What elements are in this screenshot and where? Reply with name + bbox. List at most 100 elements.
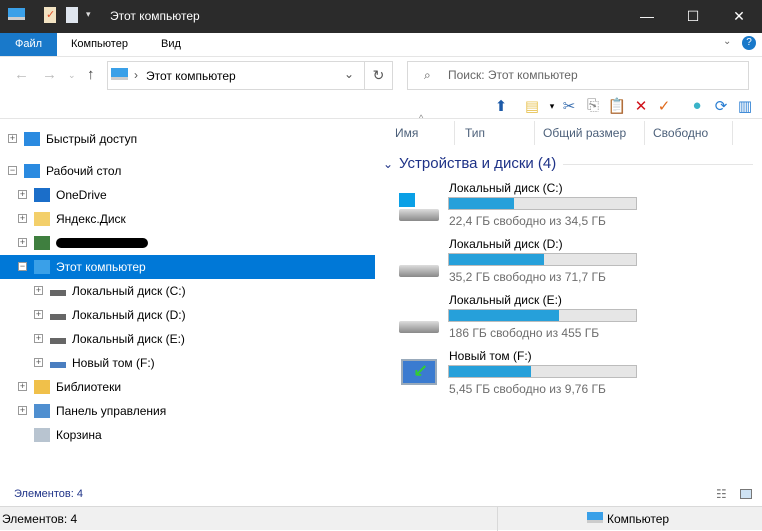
tree-item[interactable]: + Панель управления xyxy=(0,399,375,423)
tree-item-label: Этот компьютер xyxy=(56,260,146,274)
paste-icon[interactable]: 📋 xyxy=(606,97,628,115)
tree-item[interactable]: + OneDrive xyxy=(0,183,375,207)
drive-free-space: 5,45 ГБ свободно из 9,76 ГБ xyxy=(449,382,606,396)
drive-free-space: 22,4 ГБ свободно из 34,5 ГБ xyxy=(449,214,606,228)
drive-usage-fill xyxy=(449,254,545,265)
address-path[interactable]: Этот компьютер xyxy=(146,69,236,83)
check-icon[interactable]: ✓ xyxy=(653,97,675,115)
computer-icon xyxy=(111,68,128,80)
expand-icon[interactable]: + xyxy=(34,334,43,343)
group-collapse-icon[interactable]: ⌄ xyxy=(383,157,393,171)
network-icon[interactable]: ● xyxy=(686,97,708,114)
expand-icon[interactable]: + xyxy=(8,134,17,143)
properties-icon[interactable]: ✓ xyxy=(44,7,56,23)
desktop-icon xyxy=(24,164,40,178)
sync-icon[interactable]: ⟳ xyxy=(710,97,732,115)
drive-name: Новый том (F:) xyxy=(449,349,532,363)
quick-access-dropdown-icon[interactable]: ▾ xyxy=(86,9,91,20)
ribbon-tabs: Файл Компьютер Вид ⌄ ? xyxy=(0,33,762,57)
expand-icon[interactable]: + xyxy=(18,382,27,391)
new-folder-icon[interactable] xyxy=(66,7,78,23)
tree-item-label: Корзина xyxy=(56,428,102,442)
delete-icon[interactable]: ✕ xyxy=(630,97,652,115)
expand-icon[interactable]: + xyxy=(18,214,27,223)
upload-icon[interactable]: ⬆ xyxy=(490,97,512,115)
content-pane: ^ Имя Тип Общий размер Свободно ⌄ Устрой… xyxy=(375,113,762,483)
drive-tile[interactable]: Локальный диск (D:) 35,2 ГБ свободно из 7… xyxy=(375,237,762,293)
recycle-bin-icon xyxy=(34,428,50,442)
libraries-icon xyxy=(34,380,50,394)
tree-item-label: Рабочий стол xyxy=(46,164,122,178)
tree-item[interactable]: + Библиотеки xyxy=(0,375,375,399)
expand-ribbon-icon[interactable]: ⌄ xyxy=(723,36,731,47)
tree-item[interactable]: − Этот компьютер xyxy=(0,255,375,279)
large-icons-view-icon[interactable] xyxy=(740,489,752,499)
title-bar: ✓ ▾ Этот компьютер — ☐ ✕ xyxy=(0,0,762,33)
address-bar[interactable]: › Этот компьютер ⌄ xyxy=(107,61,365,90)
control-panel-icon xyxy=(34,404,50,418)
search-icon: ⌕ xyxy=(424,68,431,82)
drive-usage-bar xyxy=(448,309,637,322)
search-placeholder: Поиск: Этот компьютер xyxy=(448,68,578,82)
user-icon xyxy=(34,236,50,250)
copy-icon[interactable]: ⎘ xyxy=(582,97,604,114)
tree-item[interactable]: + xyxy=(0,231,375,255)
tree-item-label: Новый том (F:) xyxy=(72,356,155,370)
close-button[interactable]: ✕ xyxy=(716,0,762,33)
tree-item[interactable]: + Яндекс.Диск xyxy=(0,207,375,231)
tree-item[interactable]: + Быстрый доступ xyxy=(0,127,375,151)
column-total-size[interactable]: Общий размер xyxy=(535,121,645,145)
drive-usage-bar xyxy=(448,253,637,266)
recent-locations-icon[interactable]: ⌄ xyxy=(68,70,76,81)
tree-item[interactable]: − Рабочий стол xyxy=(0,159,375,183)
drive-name: Локальный диск (D:) xyxy=(449,237,563,251)
collapse-icon[interactable]: − xyxy=(8,166,17,175)
expand-icon[interactable]: + xyxy=(34,358,43,367)
tree-item-label: Локальный диск (D:) xyxy=(72,308,186,322)
drive-name: Локальный диск (C:) xyxy=(449,181,563,195)
tab-computer[interactable]: Компьютер xyxy=(57,33,142,56)
item-count: Элементов: 4 xyxy=(14,488,83,500)
tree-item[interactable]: + Локальный диск (E:) xyxy=(0,327,375,351)
status-item-count: Элементов: 4 xyxy=(2,512,78,526)
expand-icon[interactable]: + xyxy=(34,286,43,295)
preview-pane-icon[interactable]: ▥ xyxy=(734,97,756,115)
removable-drive-icon xyxy=(50,362,66,368)
maximize-button[interactable]: ☐ xyxy=(670,0,716,33)
column-name[interactable]: Имя xyxy=(375,121,455,145)
system-drive-icon xyxy=(50,290,66,296)
star-icon xyxy=(24,132,40,146)
tree-item[interactable]: + Локальный диск (D:) xyxy=(0,303,375,327)
tab-file[interactable]: Файл xyxy=(0,33,57,56)
forward-button[interactable]: → xyxy=(42,66,57,83)
drive-tile[interactable]: ↙ Новый том (F:) 5,45 ГБ свободно из 9,76 … xyxy=(375,349,762,405)
search-input[interactable]: ⌕ Поиск: Этот компьютер xyxy=(407,61,749,90)
tree-item[interactable]: + Локальный диск (C:) xyxy=(0,279,375,303)
tree-item-label: Панель управления xyxy=(56,404,167,418)
help-icon[interactable]: ? xyxy=(742,36,756,50)
drive-tile[interactable]: Локальный диск (E:) 186 ГБ свободно из 45… xyxy=(375,293,762,349)
expand-icon[interactable]: + xyxy=(18,190,27,199)
back-button[interactable]: ← xyxy=(14,66,29,83)
collapse-icon[interactable]: − xyxy=(18,262,27,271)
refresh-button[interactable]: ↻ xyxy=(365,61,393,90)
tree-item[interactable]: Корзина xyxy=(0,423,375,447)
expand-icon[interactable]: + xyxy=(34,310,43,319)
expand-icon[interactable]: + xyxy=(18,406,27,415)
minimize-button[interactable]: — xyxy=(624,0,670,33)
group-header[interactable]: Устройства и диски (4) xyxy=(399,155,556,172)
properties-icon[interactable]: ▤ xyxy=(521,97,543,115)
tree-item[interactable]: + Новый том (F:) xyxy=(0,351,375,375)
drive-tile[interactable]: Локальный диск (C:) 22,4 ГБ свободно из 3… xyxy=(375,181,762,237)
details-view-icon[interactable]: ☷ xyxy=(716,487,727,501)
up-button[interactable]: ↑ xyxy=(87,66,95,83)
column-free-space[interactable]: Свободно xyxy=(645,121,733,145)
drive-name: Локальный диск (E:) xyxy=(449,293,562,307)
tree-item-label: OneDrive xyxy=(56,188,107,202)
tab-view[interactable]: Вид xyxy=(147,33,195,56)
column-type[interactable]: Тип xyxy=(455,121,535,145)
cut-icon[interactable]: ✂ xyxy=(558,97,580,115)
address-dropdown-icon[interactable]: ⌄ xyxy=(344,67,354,81)
computer-icon xyxy=(34,260,50,274)
expand-icon[interactable]: + xyxy=(18,238,27,247)
